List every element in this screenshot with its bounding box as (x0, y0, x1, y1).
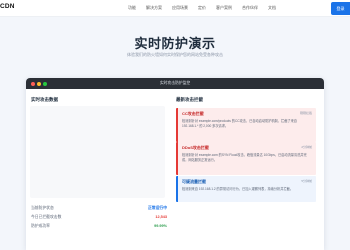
nav-link-features[interactable]: 功能 (128, 5, 136, 11)
nav-link-partners[interactable]: 合作伙伴 (242, 5, 258, 11)
stat-label: 防护成功率 (31, 223, 50, 228)
attack-chart-area (30, 106, 165, 198)
brand-logo[interactable]: CDN (0, 3, 15, 10)
stat-value: 12,543 (155, 215, 167, 219)
nav-link-pricing[interactable]: 定价 (198, 5, 206, 11)
stat-label: 今日已拦截攻击数 (31, 214, 62, 219)
alert-card-suspicious[interactable]: 可疑流量拦截 5分钟前 检测到来自 192.168.1.2 的异常访问行为，已加… (176, 176, 316, 202)
stat-label: 当前防护状态 (31, 205, 54, 210)
page-title: 实时防护演示 (134, 36, 216, 51)
alert-card-ddos[interactable]: DDoS攻击拦截 2分钟前 检测到针对 example.com 的SYN Flo… (176, 142, 316, 175)
demo-window: 实时攻击防护监控 实时攻击数据 当前防护状态 正常运行中 今日已拦截攻击数 12… (26, 78, 324, 250)
nav-link-solutions[interactable]: 解决方案 (146, 5, 162, 11)
alert-body: 检测到针对 example.com 的SYN Flood攻击，峰值流量达 10G… (182, 153, 307, 162)
attack-data-title: 实时攻击数据 (31, 97, 58, 102)
latest-blocks-title: 最新攻击拦截 (176, 97, 203, 102)
alert-time: 刚刚拦截 (299, 111, 312, 115)
stat-blocked-attacks: 今日已拦截攻击数 12,543 (31, 213, 167, 221)
alert-time: 2分钟前 (301, 145, 312, 149)
alert-time: 5分钟前 (301, 179, 312, 183)
alert-title: 可疑流量拦截 (182, 179, 206, 184)
window-titlebar: 实时攻击防护监控 (26, 78, 324, 89)
alert-body: 检测到针对 example.com/products 的CC攻击，已自动启动防护… (182, 119, 297, 128)
nav-link-docs[interactable]: 文档 (268, 5, 276, 11)
alert-title: CC攻击拦截 (182, 111, 204, 116)
alert-title: DDoS攻击拦截 (182, 145, 209, 150)
window-title: 实时攻击防护监控 (159, 81, 191, 85)
stat-value: 99.99% (154, 224, 167, 228)
stat-value: 正常运行中 (148, 205, 167, 210)
stat-success-rate: 防护成功率 99.99% (31, 222, 167, 230)
alert-body: 检测到来自 192.168.1.2 的异常访问行为，已加入观察列表，持续分析并拦… (182, 187, 294, 191)
alert-card-cc[interactable]: CC攻击拦截 刚刚拦截 检测到针对 example.com/products 的… (176, 108, 316, 142)
page-subtitle: 体验我们的防火墙如何实时保护您的网站免受各种攻击 (127, 52, 223, 57)
login-button[interactable]: 登录 (331, 2, 350, 15)
top-navbar: CDN 功能 解决方案 应用场景 定价 客户案例 合作伙伴 文档 登录 (0, 0, 350, 17)
nav-links: 功能 解决方案 应用场景 定价 客户案例 合作伙伴 文档 (128, 5, 286, 11)
stat-protection-status: 当前防护状态 正常运行中 (31, 204, 167, 212)
nav-link-cases[interactable]: 客户案例 (216, 5, 232, 11)
nav-link-scenarios[interactable]: 应用场景 (172, 5, 188, 11)
